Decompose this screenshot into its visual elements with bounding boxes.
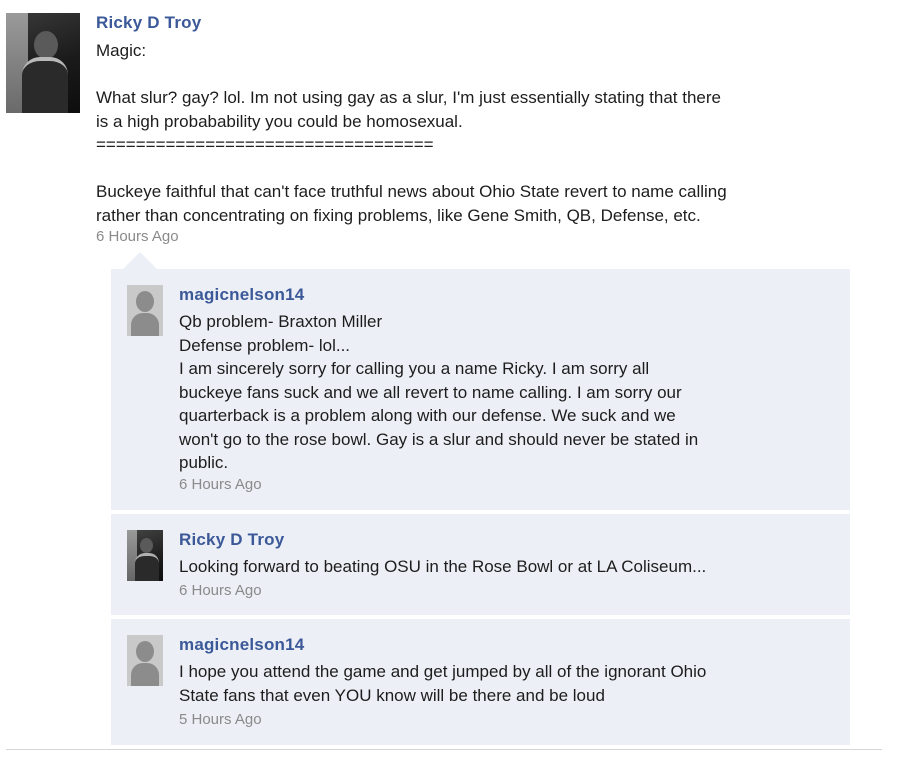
profile-photo-avatar[interactable] <box>6 13 80 113</box>
default-avatar-icon[interactable] <box>127 635 163 686</box>
replies-pointer <box>123 252 157 269</box>
reply-author-link[interactable]: Ricky D Troy <box>179 530 284 550</box>
avatar-body <box>131 313 159 336</box>
reply-item: magicnelson14 I hope you attend the game… <box>111 619 850 745</box>
reply-timestamp[interactable]: 5 Hours Ago <box>179 711 262 728</box>
default-avatar-icon[interactable] <box>127 285 163 336</box>
avatar-body <box>135 553 159 581</box>
comment-timestamp[interactable]: 6 Hours Ago <box>96 228 179 245</box>
avatar-head <box>136 291 154 312</box>
profile-photo-avatar[interactable] <box>127 530 163 581</box>
avatar-body <box>22 57 68 113</box>
comment-thread: Ricky D Troy Magic: What slur? gay? lol.… <box>0 0 900 762</box>
avatar-head <box>34 31 58 59</box>
reply-item: Ricky D Troy Looking forward to beating … <box>111 514 850 615</box>
reply-author-link[interactable]: magicnelson14 <box>179 285 304 305</box>
reply-body: I hope you attend the game and get jumpe… <box>179 662 707 705</box>
reply-body: Looking forward to beating OSU in the Ro… <box>179 557 707 576</box>
reply-item: magicnelson14 Qb problem- Braxton Miller… <box>111 269 850 510</box>
reply-author-link[interactable]: magicnelson14 <box>179 635 304 655</box>
comment-body: Magic: What slur? gay? lol. Im not using… <box>96 41 727 225</box>
avatar-head <box>140 538 153 553</box>
reply-body: Qb problem- Braxton Miller Defense probl… <box>179 312 699 472</box>
comment-author-link[interactable]: Ricky D Troy <box>96 13 201 33</box>
reply-timestamp[interactable]: 6 Hours Ago <box>179 476 262 493</box>
avatar-head <box>136 641 154 662</box>
reply-timestamp[interactable]: 6 Hours Ago <box>179 582 262 599</box>
divider <box>6 749 882 750</box>
avatar-body <box>131 663 159 686</box>
